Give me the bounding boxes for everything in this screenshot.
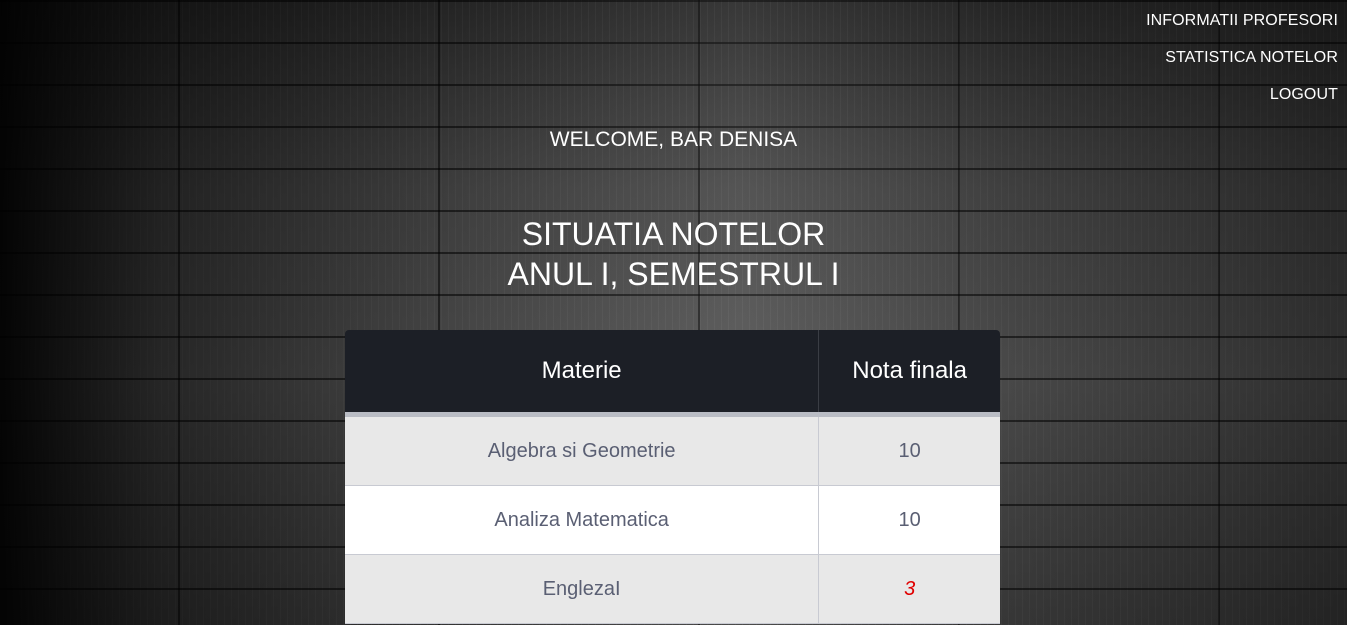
grades-table-header-row: Materie Nota finala [345, 330, 1000, 417]
table-row: EnglezaI 3 [345, 554, 1000, 624]
table-row: Analiza Matematica 10 [345, 485, 1000, 555]
welcome-message: WELCOME, BAR DENISA [549, 128, 798, 151]
grade-cell: 10 [818, 485, 1000, 555]
page-title-line-1: SITUATIA NOTELOR [521, 216, 826, 252]
page-title: SITUATIA NOTELOR ANUL I, SEMESTRUL I [0, 214, 1347, 294]
grades-table: Materie Nota finala Algebra si Geometrie… [345, 330, 1000, 624]
grade-cell-failing: 3 [818, 554, 1000, 624]
grade-cell: 10 [818, 414, 1000, 486]
nav-link-logout[interactable]: LOGOUT [1146, 85, 1338, 104]
page-title-line-2: ANUL I, SEMESTRUL I [507, 256, 840, 292]
subject-cell: Algebra si Geometrie [345, 414, 820, 486]
column-header-subject: Materie [345, 330, 820, 417]
top-navigation: INFORMATII PROFESORI STATISTICA NOTELOR … [1146, 11, 1338, 122]
table-row: Algebra si Geometrie 10 [345, 414, 1000, 486]
subject-cell: EnglezaI [345, 554, 820, 624]
column-header-grade: Nota finala [818, 330, 1000, 417]
nav-link-informatii-profesori[interactable]: INFORMATII PROFESORI [1146, 11, 1338, 30]
nav-link-statistica-notelor[interactable]: STATISTICA NOTELOR [1146, 48, 1338, 67]
subject-cell: Analiza Matematica [345, 485, 820, 555]
